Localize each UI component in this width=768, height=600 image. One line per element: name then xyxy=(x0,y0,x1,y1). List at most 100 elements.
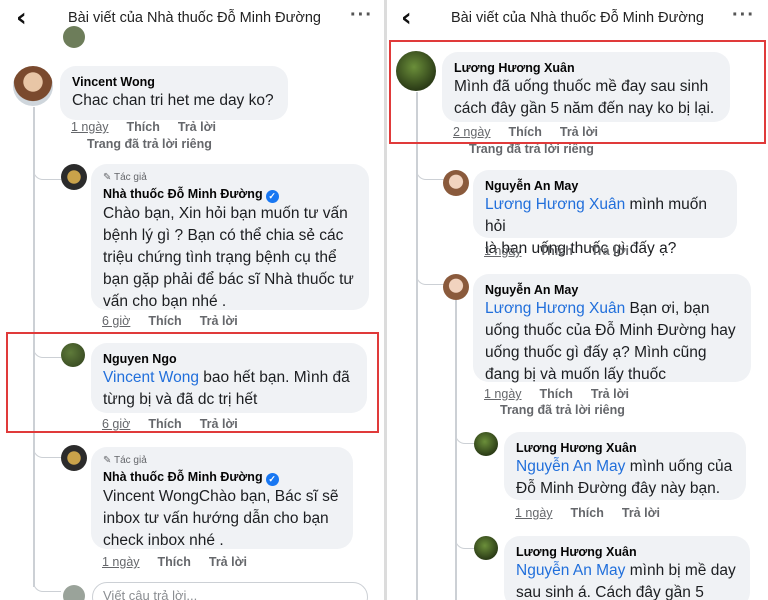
reply-button[interactable]: Trả lời xyxy=(560,125,598,139)
mention-link[interactable]: Nguyễn An May xyxy=(516,458,625,475)
post-header: ‹ Bài viết của Nhà thuốc Đỗ Minh Đường ·… xyxy=(0,0,384,38)
mention-link[interactable]: Vincent Wong xyxy=(103,369,199,386)
reply-button[interactable]: Trả lời xyxy=(178,120,216,134)
like-button[interactable]: Thích xyxy=(127,120,160,134)
text-line: check inbox nhé . xyxy=(103,532,224,549)
comment-bubble: ✎ Tác giả Nhà thuốc Đỗ Minh Đường ✓ Chào … xyxy=(91,164,369,310)
text-line: bệnh lý gì ? Bạn có thể chia sẻ các xyxy=(103,227,344,244)
reply-button[interactable]: Trả lời xyxy=(200,314,238,328)
thread-connector xyxy=(33,160,61,180)
comment-text: từng bị và đã dc trị hết xyxy=(103,391,258,408)
comment-author[interactable]: Nhà thuốc Đỗ Minh Đường xyxy=(103,187,263,201)
text-line: triệu chứng tình trạng bệnh cụ thể xyxy=(103,249,337,266)
comment-actions: 1 ngày Thích Trả lời xyxy=(102,555,265,569)
comment-time[interactable]: 1 ngày xyxy=(71,120,109,134)
like-button[interactable]: Thích xyxy=(540,387,573,401)
comment-text: uống thuốc của Đỗ Minh Đường hay xyxy=(485,322,736,339)
like-button[interactable]: Thích xyxy=(148,314,181,328)
thread-line xyxy=(455,300,457,600)
back-arrow-icon[interactable]: ‹ xyxy=(16,5,27,31)
reply-button[interactable]: Trả lời xyxy=(591,387,629,401)
comment-author[interactable]: Nguyễn An May xyxy=(485,178,725,194)
comment-author-wrap[interactable]: Nhà thuốc Đỗ Minh Đường ✓ xyxy=(103,469,341,486)
text-line: cách đây gần 5 năm đến nay ko bị lại. xyxy=(454,100,715,117)
comment-author[interactable]: Nguyễn An May xyxy=(485,282,739,298)
comment-text: Vincent Wong bao hết bạn. Mình đã xyxy=(103,367,355,389)
comment-text: Chào bạn, Xin hỏi bạn muốn tư vấn bệnh l… xyxy=(103,203,357,313)
comment-bubble: Vincent Wong Chac chan tri het me day ko… xyxy=(60,66,288,120)
reply-button[interactable]: Trả lời xyxy=(209,555,247,569)
pharmacy-logo-avatar[interactable] xyxy=(61,445,87,471)
avatar[interactable] xyxy=(443,170,469,196)
more-options-icon[interactable]: ··· xyxy=(732,4,755,27)
avatar xyxy=(63,585,85,600)
post-title: Bài viết của Nhà thuốc Đỗ Minh Đường xyxy=(68,10,321,26)
comment-bubble: Nguyễn An May Lương Hương Xuân Bạn ơi, b… xyxy=(473,274,751,383)
page-replied-note: Trang đã trả lời riêng xyxy=(500,403,625,417)
like-button[interactable]: Thích xyxy=(509,125,542,139)
comment-time[interactable]: 1 ngày xyxy=(484,244,522,258)
verified-badge-icon: ✓ xyxy=(265,473,279,486)
avatar[interactable] xyxy=(396,51,436,91)
avatar[interactable] xyxy=(443,274,469,300)
comment-bubble: ✎ Tác giả Nhà thuốc Đỗ Minh Đường ✓ Vince… xyxy=(91,447,353,549)
comment-author[interactable]: Lương Hương Xuân xyxy=(454,60,718,76)
comment-text: Vincent WongChào bạn, Bác sĩ sẽ inbox tư… xyxy=(103,486,341,552)
text-fragment: mình bị mề day xyxy=(625,562,736,579)
thread-connector xyxy=(455,420,475,444)
comment-actions: 1 ngày Thích Trả lời xyxy=(515,506,678,520)
like-button[interactable]: Thích xyxy=(540,244,573,258)
pharmacy-logo-avatar[interactable] xyxy=(61,164,87,190)
mention-link[interactable]: Lương Hương Xuân xyxy=(485,196,625,213)
reply-button[interactable]: Trả lời xyxy=(591,244,629,258)
avatar[interactable] xyxy=(474,432,498,456)
comment-text: sau sinh á. Cách đây gần 5 xyxy=(516,584,704,600)
comment-bubble: Nguyen Ngo Vincent Wong bao hết bạn. Mìn… xyxy=(91,343,367,413)
comment-author[interactable]: Nguyen Ngo xyxy=(103,351,355,367)
comment-time[interactable]: 1 ngày xyxy=(515,506,553,520)
avatar[interactable] xyxy=(13,66,53,106)
comment-bubble: Lương Hương Xuân Mình đã uống thuốc mề đ… xyxy=(442,52,730,122)
comment-text: Đỗ Minh Đường đây này bạn. xyxy=(516,480,721,497)
comment-author[interactable]: Nhà thuốc Đỗ Minh Đường xyxy=(103,470,263,484)
like-button[interactable]: Thích xyxy=(571,506,604,520)
avatar[interactable] xyxy=(63,26,85,48)
text-line: Vincent WongChào bạn, Bác sĩ sẽ xyxy=(103,488,339,505)
comment-time[interactable]: 2 ngày xyxy=(453,125,491,139)
back-arrow-icon[interactable]: ‹ xyxy=(401,5,412,31)
reply-button[interactable]: Trả lời xyxy=(622,506,660,520)
comment-author[interactable]: Lương Hương Xuân xyxy=(516,544,738,560)
text-fragment: Bạn ơi, bạn xyxy=(625,300,710,317)
comment-author[interactable]: Vincent Wong xyxy=(72,74,276,90)
author-badge-label: Tác giả xyxy=(113,455,147,466)
comment-text: Lương Hương Xuân Bạn ơi, bạn xyxy=(485,298,739,320)
avatar[interactable] xyxy=(474,536,498,560)
author-badge: ✎ Tác giả xyxy=(103,455,147,466)
more-options-icon[interactable]: ··· xyxy=(350,4,373,27)
comment-text: Nguyễn An May mình bị mề day xyxy=(516,560,738,582)
comment-time[interactable]: 1 ngày xyxy=(102,555,140,569)
like-button[interactable]: Thích xyxy=(148,417,181,431)
reply-button[interactable]: Trả lời xyxy=(200,417,238,431)
comment-time[interactable]: 1 ngày xyxy=(484,387,522,401)
comment-author-wrap[interactable]: Nhà thuốc Đỗ Minh Đường ✓ xyxy=(103,186,357,203)
thread-connector xyxy=(33,340,61,358)
mention-link[interactable]: Nguyễn An May xyxy=(516,562,625,579)
avatar[interactable] xyxy=(61,343,85,367)
page-replied-note: Trang đã trả lời riêng xyxy=(469,142,594,156)
comment-time[interactable]: 6 giờ xyxy=(102,417,130,431)
comment-text: Nguyễn An May mình uống của xyxy=(516,456,734,478)
reply-input[interactable]: Viết câu trả lời... xyxy=(92,582,368,600)
thread-connector xyxy=(416,160,444,180)
comment-text: uống thuốc gì đấy ạ? Mình cũng xyxy=(485,344,707,361)
comment-author[interactable]: Lương Hương Xuân xyxy=(516,440,734,456)
comment-time[interactable]: 6 giờ xyxy=(102,314,130,328)
page-replied-note: Trang đã trả lời riêng xyxy=(87,137,212,151)
text-fragment: bao hết bạn. Mình đã xyxy=(198,369,350,386)
author-badge-label: Tác giả xyxy=(113,172,147,183)
like-button[interactable]: Thích xyxy=(158,555,191,569)
comment-text: Mình đã uống thuốc mề đay sau sinh cách … xyxy=(454,76,718,120)
mention-link[interactable]: Lương Hương Xuân xyxy=(485,300,625,317)
thread-connector xyxy=(455,525,475,549)
comment-bubble: Lương Hương Xuân Nguyễn An May mình bị m… xyxy=(504,536,750,600)
